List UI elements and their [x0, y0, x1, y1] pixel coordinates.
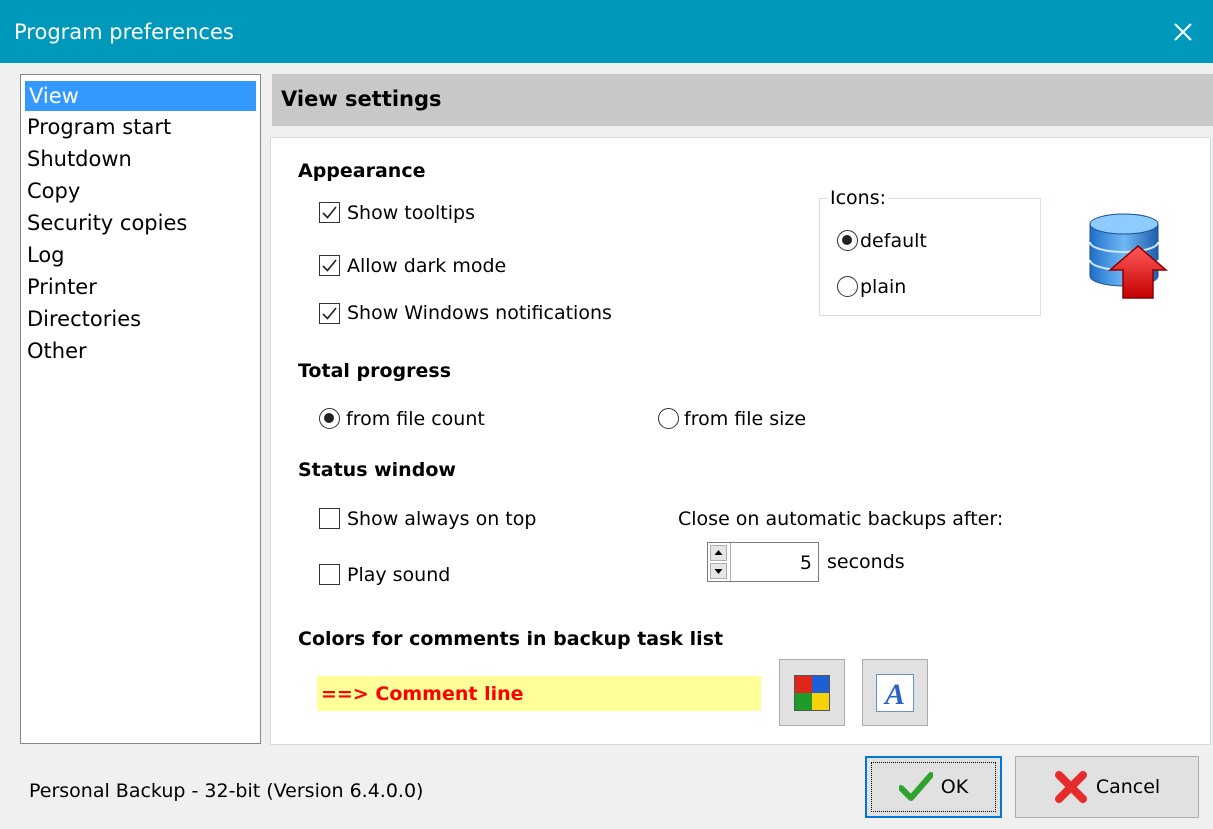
checkmark-icon [322, 307, 337, 320]
arrow-down-icon [714, 569, 723, 574]
seconds-value[interactable]: 5 [800, 552, 812, 574]
icons-default-radio[interactable] [837, 230, 858, 251]
title-bar: Program preferences [0, 0, 1213, 63]
checkmark-icon [322, 259, 337, 272]
close-after-label: Close on automatic backups after: [678, 508, 1004, 530]
spinner-buttons [708, 543, 731, 581]
progress-file-count-radio[interactable] [319, 408, 340, 429]
database-upload-icon [1089, 213, 1169, 299]
nav-item-security-copies[interactable]: Security copies [21, 207, 260, 239]
icons-plain-label: plain [860, 276, 907, 298]
cancel-x-icon [1054, 771, 1087, 803]
icons-default-label: default [860, 230, 927, 252]
background-color-button[interactable] [779, 659, 845, 726]
svg-text:A: A [883, 678, 905, 711]
section-title: View settings [281, 87, 442, 111]
nav-item-other[interactable]: Other [21, 335, 260, 367]
show-notifications-checkbox[interactable] [319, 303, 340, 324]
arrow-up-icon [714, 550, 723, 555]
nav-item-log[interactable]: Log [21, 239, 260, 271]
always-on-top-label: Show always on top [347, 508, 537, 530]
window-title: Program preferences [14, 20, 234, 44]
allow-dark-mode-label: Allow dark mode [347, 255, 507, 277]
play-sound-checkbox[interactable] [319, 564, 340, 585]
checkmark-icon [322, 206, 337, 219]
allow-dark-mode-checkbox[interactable] [319, 255, 340, 276]
font-icon: A [876, 674, 914, 712]
show-tooltips-label: Show tooltips [347, 202, 475, 224]
play-sound-label: Play sound [347, 564, 451, 586]
settings-panel: Appearance Show tooltips Allow dark mode… [270, 137, 1211, 745]
nav-item-program-start[interactable]: Program start [21, 111, 260, 143]
nav-item-printer[interactable]: Printer [21, 271, 260, 303]
version-label: Personal Backup - 32-bit (Version 6.4.0.… [29, 780, 424, 802]
icons-group-label: Icons: [828, 187, 889, 209]
spin-up-button[interactable] [710, 545, 727, 561]
always-on-top-checkbox[interactable] [319, 508, 340, 529]
progress-file-size-label: from file size [684, 408, 807, 430]
color-palette-icon [794, 675, 830, 711]
progress-file-count-label: from file count [346, 408, 485, 430]
status-window-heading: Status window [298, 459, 456, 481]
nav-item-view[interactable]: View [25, 81, 256, 111]
spin-down-button[interactable] [710, 563, 727, 579]
cancel-label: Cancel [1095, 776, 1161, 798]
nav-item-directories[interactable]: Directories [21, 303, 260, 335]
colors-heading: Colors for comments in backup task list [298, 628, 724, 650]
close-icon [1174, 22, 1192, 41]
seconds-unit-label: seconds [827, 551, 905, 573]
icons-group: Icons: default plain [819, 187, 1041, 316]
comment-sample: ==> Comment line [317, 676, 761, 711]
focus-rect [871, 762, 996, 812]
nav-item-copy[interactable]: Copy [21, 175, 260, 207]
nav-item-shutdown[interactable]: Shutdown [21, 143, 260, 175]
category-list[interactable]: View Program start Shutdown Copy Securit… [20, 74, 261, 744]
show-notifications-label: Show Windows notifications [347, 302, 612, 324]
radio-dot [324, 413, 334, 423]
icons-plain-radio[interactable] [837, 276, 858, 297]
font-color-button[interactable]: A [862, 659, 928, 726]
progress-file-size-radio[interactable] [658, 408, 679, 429]
close-button[interactable] [1153, 0, 1213, 63]
appearance-heading: Appearance [298, 160, 426, 182]
section-header: View settings [272, 74, 1213, 126]
ok-button[interactable]: OK [865, 756, 1002, 818]
total-progress-heading: Total progress [298, 360, 452, 382]
cancel-button[interactable]: Cancel [1015, 756, 1199, 818]
radio-dot [842, 235, 852, 245]
seconds-spinner[interactable]: 5 [707, 542, 819, 582]
show-tooltips-checkbox[interactable] [319, 202, 340, 223]
comment-sample-text: ==> Comment line [321, 683, 524, 705]
